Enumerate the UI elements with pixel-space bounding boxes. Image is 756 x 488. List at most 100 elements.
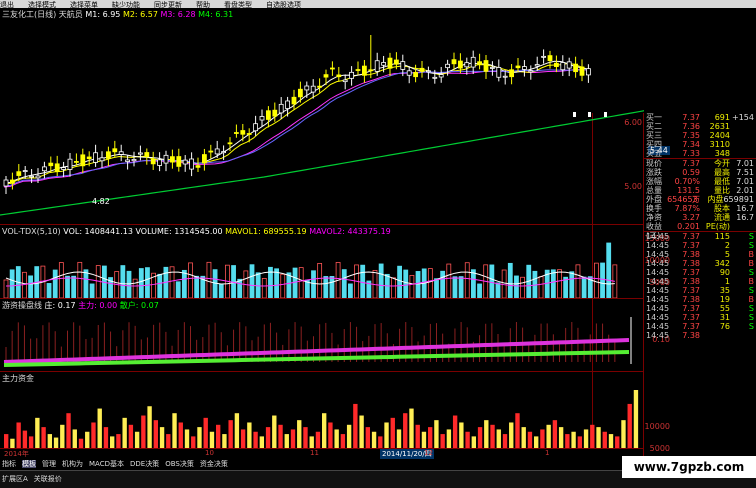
menu-item[interactable]: 选择菜单 [70,1,98,8]
quote-cell: 14:45 [646,331,670,340]
indicator-tab[interactable]: OBS决策 [165,460,194,468]
quote-cell: S [748,268,754,277]
fund-bar [452,415,458,448]
quote-cell: S [748,241,754,250]
quote-cell: B [748,259,755,268]
quote-cell: 2631 [709,122,730,131]
quote-cell: 0.201 [677,222,700,231]
volume-bar [391,277,396,298]
candle-body [259,116,265,121]
quote-cell [730,331,756,340]
candle-body [361,65,367,76]
menu-item[interactable]: 看盘类型 [224,1,252,8]
fund-bar [565,434,570,448]
volume-bar [329,275,335,298]
fund-chart[interactable] [0,385,644,448]
candle-body [9,179,15,184]
fund-bar [66,413,71,448]
menu-item[interactable]: 同步更新 [154,1,182,8]
volume-bar [169,266,175,298]
fund-bar [134,431,140,448]
volume-bar [298,267,304,298]
fund-bar [91,422,96,448]
indicator-tab[interactable]: DDE决策 [130,460,159,468]
kline-chart[interactable] [0,20,644,224]
fund-bar [340,434,346,448]
volume-chart[interactable] [0,238,644,298]
candle-body [323,74,329,78]
fund-bar [85,431,90,448]
volume-bar [181,269,187,298]
fund-bar [490,424,495,448]
candle-body [400,61,406,70]
fund-bar [122,417,127,448]
volume-bar [65,275,70,298]
vol-value: VOL: 1408441.13 [63,227,133,236]
flow-p1: 庄: 0.17 [44,301,76,310]
fund-bar [234,413,240,448]
quote-cell: 7.37 [682,159,700,168]
volume-bar [83,269,89,298]
bottom-tab[interactable]: 关联报价 [34,475,62,483]
watermark: www.7gpzb.com [622,456,756,478]
mavol1-value: MAVOL1: 689555.19 [225,227,307,236]
quote-cell [730,131,756,140]
indicator-tab[interactable]: 资金决策 [200,460,228,468]
menu-item[interactable]: 退出 [0,1,14,8]
indicator-tab[interactable]: 模板 [22,460,36,468]
candle-body [22,170,28,172]
fund-bar [434,420,439,448]
fund-bar [222,434,227,448]
volume-bar [145,267,150,298]
candle-body [240,130,246,135]
quote-cell: S [748,286,754,295]
volume-bar [470,269,476,298]
candle-body [477,61,483,66]
volume-bar [261,278,267,298]
fund-bar [159,427,165,448]
quote-cell: 31 [719,313,730,322]
volume-bar [206,261,212,298]
indicator-tab[interactable]: 管理 [42,460,56,468]
candle-body [233,132,239,134]
quote-cell: 7.38 [682,295,700,304]
candle-body [176,156,182,167]
quote-row: 换手 7.87% 股本 16.7 [644,204,756,213]
candle-body [61,167,66,170]
flow-p3: 散户: 0.07 [119,301,159,310]
indicator-tab[interactable]: 机构为 [62,460,83,468]
fund-bar [116,434,121,448]
candle-body [588,112,591,117]
indicator-tab[interactable]: 指标 [2,460,16,468]
fund-bar [415,424,420,448]
menu-item[interactable]: 自选股选项 [266,1,301,8]
volume-bar [9,269,15,298]
menu-item[interactable]: 选择模式 [28,1,56,8]
quote-row: 涨幅 0.70% 最低 7.01 [644,177,756,186]
fund-bar [396,429,402,448]
candle-body [509,69,515,78]
quote-cell: 买三 [646,131,662,140]
menu-item[interactable]: 帮助 [196,1,210,8]
quote-row: 买二 7.36 2631 [644,122,756,131]
quote-cell: 14:45 [646,250,670,259]
candle-body [355,69,361,71]
quote-cell: 7.37 [682,304,700,313]
fund-bar [128,424,134,448]
indicator-tab[interactable]: MACD基本 [89,460,124,468]
candle-body [368,69,374,72]
menu-item[interactable]: 缺少功能 [112,1,140,8]
flow-chart[interactable] [0,312,644,371]
volume-bar [292,267,298,298]
quote-cell: 换手 [646,204,662,213]
bottom-tab[interactable]: 扩展区A [2,475,28,483]
fund-bar [228,420,233,448]
quote-cell: 7.37 [682,113,700,122]
fund-bar [147,406,152,448]
fund-bar [446,429,452,448]
fund-bar [521,427,526,448]
fund-bar [509,422,514,448]
quote-row: 买四 7.34 3110 [644,140,756,149]
quote-cell: 7.37 [682,322,700,331]
quote-cell: 7.38 [682,259,700,268]
